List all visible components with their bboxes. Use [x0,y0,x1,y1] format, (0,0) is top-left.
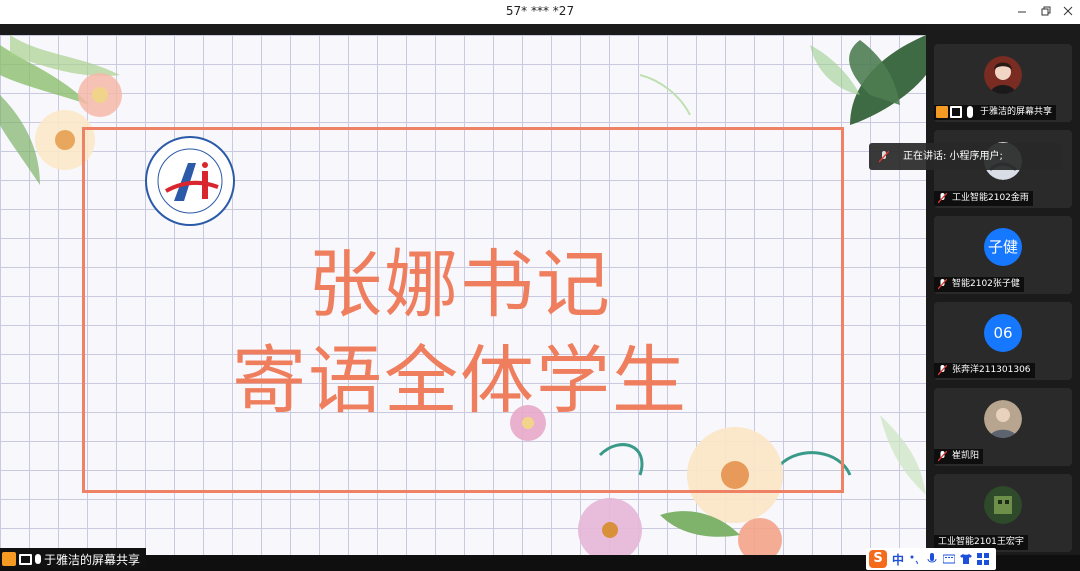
ime-toolbar[interactable]: S 中 [866,548,996,570]
punctuation-icon[interactable] [909,553,921,565]
school-logo [145,136,235,226]
mic-muted-icon [938,365,947,376]
top-strip [0,24,928,35]
participant-name-bar: 于雅洁的屏幕共享 [934,105,1057,120]
avatar [984,486,1022,524]
mic-icon [967,106,973,118]
screen-share-text: 于雅洁的屏幕共享 [44,552,141,567]
toolbox-grid-icon[interactable] [977,553,990,565]
participant-panel: 于雅洁的屏幕共享 工业智能2102金雨 子健 智能2102张子健 06 张奔洋2… [926,24,1080,555]
mic-muted-icon [938,279,947,290]
participant-tile[interactable]: 崔凯阳 [934,388,1072,466]
host-person-icon [936,106,948,118]
avatar: 06 [984,314,1022,352]
close-icon [1063,6,1073,16]
screen-share-label: 于雅洁的屏幕共享 [0,548,147,568]
avatar [984,56,1022,94]
window-title-bar: 57* *** *27 [0,0,1080,24]
avatar [984,400,1022,438]
ime-language-toggle[interactable]: 中 [892,551,904,568]
mic-muted-icon [938,451,947,462]
participant-name: 崔凯阳 [952,451,980,461]
speaking-text: 正在讲话: 小程序用户; [903,151,1003,162]
screen-share-icon [19,553,32,565]
host-icons [936,106,976,118]
participant-name: 智能2102张子健 [952,279,1020,289]
minimize-button[interactable] [1012,2,1032,22]
participant-name: 工业智能2102金雨 [952,193,1029,203]
restore-button[interactable] [1036,2,1056,22]
sogou-logo-icon[interactable]: S [869,550,887,568]
participant-name-bar: 工业智能2102金雨 [934,191,1033,206]
microphone-icon[interactable] [926,553,938,565]
participant-name: 张奔洋211301306 [952,365,1031,375]
slide-title-line1: 张娜书记 [308,242,612,328]
participant-tile[interactable]: 06 张奔洋211301306 [934,302,1072,380]
participant-name: 于雅洁的屏幕共享 [980,107,1053,117]
close-button[interactable] [1058,2,1078,22]
keyboard-icon[interactable] [943,553,956,565]
mic-muted-icon [938,193,947,204]
participant-tile[interactable]: 子健 智能2102张子健 [934,216,1072,294]
restore-icon [1041,6,1051,16]
skin-shirt-icon[interactable] [960,553,973,565]
participant-name-bar: 智能2102张子健 [934,277,1024,292]
slide-title-line2: 寄语全体学生 [232,338,688,424]
participant-name: 工业智能2101王宏宇 [938,537,1024,547]
mic-muted-icon [879,151,889,163]
leaf-decoration-topright [639,35,926,125]
participant-tile[interactable]: 工业智能2101王宏宇 [934,474,1072,552]
minimize-icon [1018,11,1026,13]
participant-name-bar: 张奔洋211301306 [934,363,1035,378]
participant-name-bar: 崔凯阳 [934,449,984,464]
shared-screen: 张娜书记 寄语全体学生 [0,35,926,555]
avatar: 子健 [984,228,1022,266]
screen-share-icon [950,106,962,118]
window-title: 57* *** *27 [505,4,575,18]
participant-tile[interactable]: 于雅洁的屏幕共享 [934,44,1072,122]
speaking-indicator: 正在讲话: 小程序用户; [869,143,1062,170]
host-person-icon [2,552,16,566]
mic-icon [35,554,41,564]
